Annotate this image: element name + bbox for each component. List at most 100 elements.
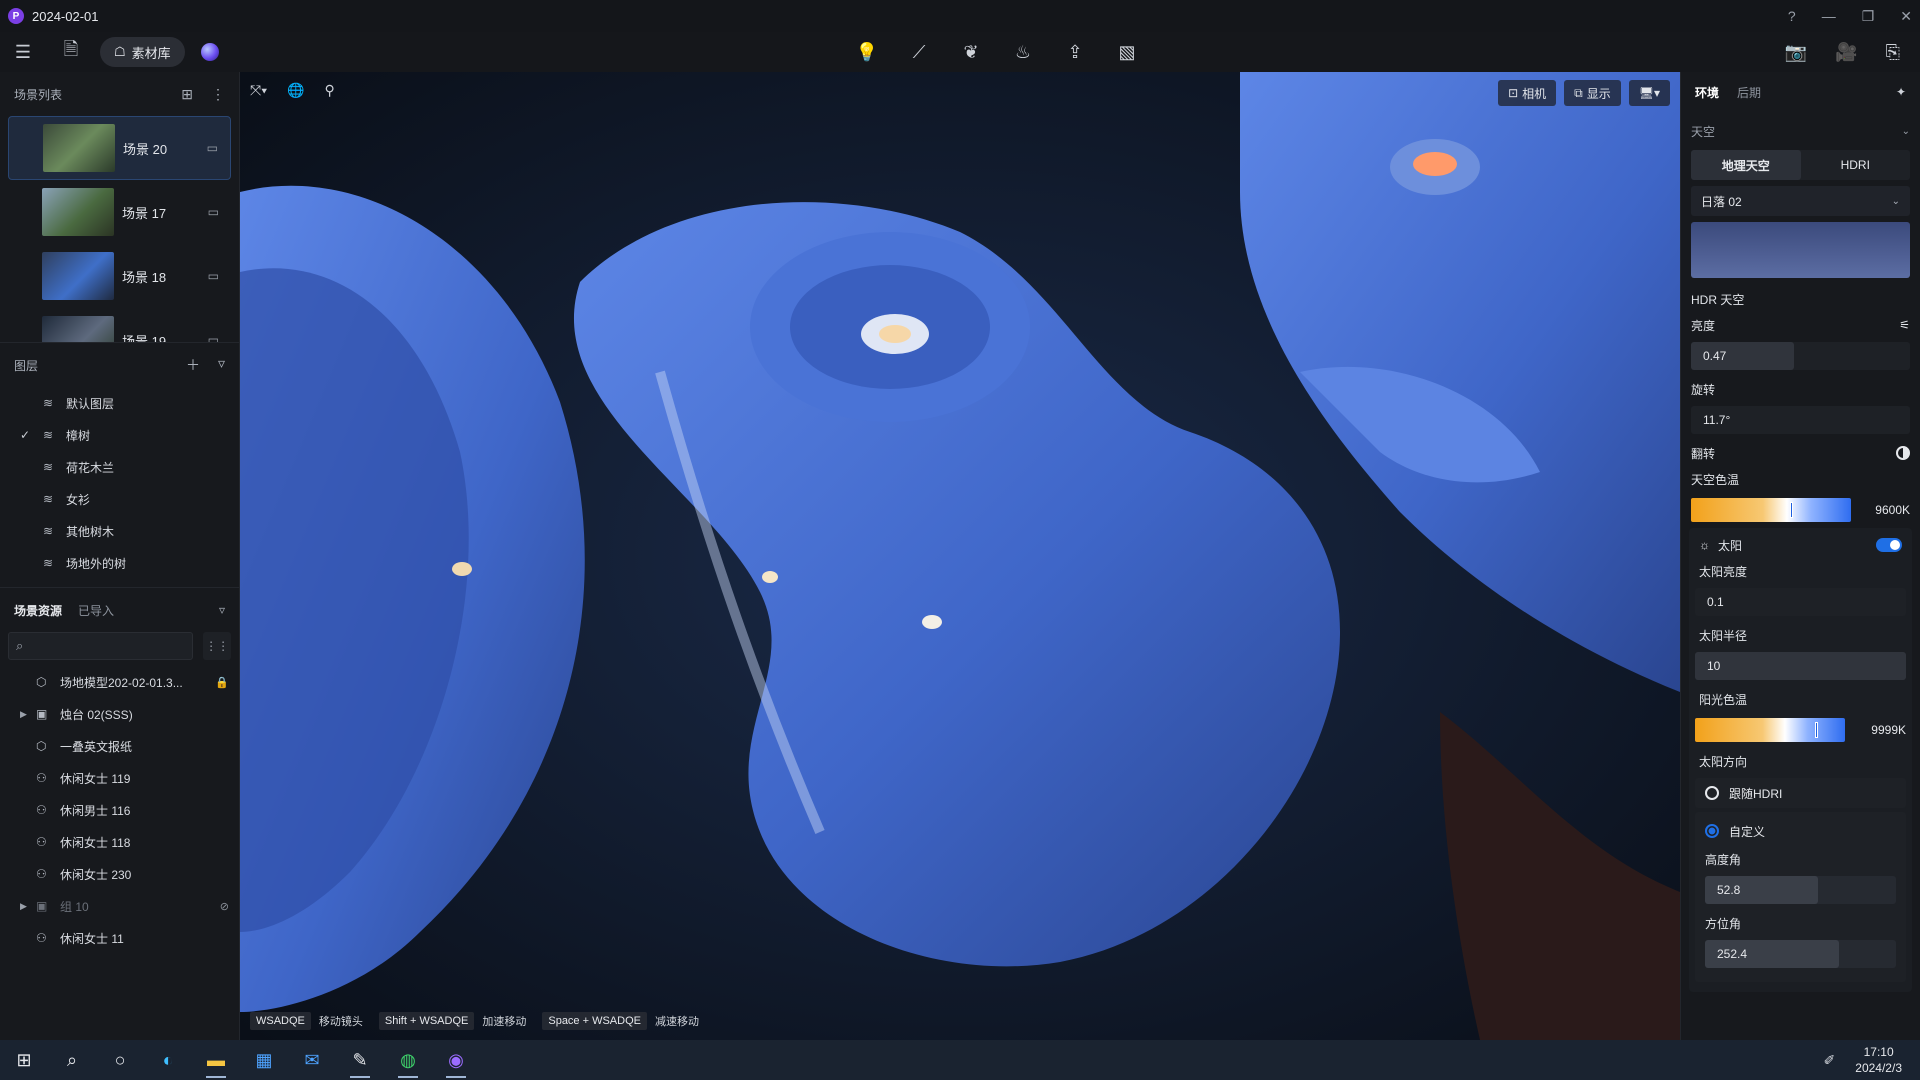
grid-view-icon[interactable]: ⋮⋮ bbox=[203, 632, 231, 660]
add-scene-icon[interactable]: ⊞ bbox=[181, 86, 193, 103]
task-view-icon[interactable]: ○ bbox=[96, 1040, 144, 1080]
scene-item[interactable]: 场景 19 ▭ bbox=[8, 308, 231, 342]
leaf-icon[interactable]: ❦ bbox=[954, 42, 988, 63]
globe-icon[interactable]: 🌐 bbox=[287, 82, 304, 99]
camera-chip[interactable]: ⊡ 相机 bbox=[1498, 80, 1557, 106]
start-icon[interactable]: ⊞ bbox=[0, 1040, 48, 1080]
store-icon[interactable]: ▦ bbox=[240, 1040, 288, 1080]
clock[interactable]: 17:10 2024/2/3 bbox=[1855, 1044, 1902, 1076]
scene-item[interactable]: 场景 18 ▭ bbox=[8, 244, 231, 308]
edge-icon[interactable]: ◐ bbox=[144, 1040, 192, 1080]
pin-icon[interactable]: ⚲ bbox=[325, 82, 335, 99]
resource-list: ⬡ 场地模型202-02-01.3... 🔒 ▶ ▣ 烛台 02(SSS) ⬡ 一叠英文报纸 ⚇… bbox=[0, 666, 239, 954]
scene-item[interactable]: 场景 20 ▭ bbox=[8, 116, 231, 180]
video-icon[interactable]: 🎥 bbox=[1835, 42, 1857, 63]
custom-radio[interactable] bbox=[1705, 824, 1719, 838]
camera-icon[interactable]: ▭ bbox=[208, 269, 219, 283]
sky-section-header[interactable]: 天空 ⌄ bbox=[1681, 116, 1920, 146]
minimize-button[interactable]: — bbox=[1822, 8, 1836, 24]
sky-mode-hdri[interactable]: HDRI bbox=[1801, 150, 1911, 180]
3d-viewport[interactable]: ⤧▾ 🌐 ⚲ ⊡ 相机 ⧉ 显示 🖥▾ WSADQE 移动镜头 Shift + WSAD… bbox=[240, 72, 1680, 1040]
app-icon[interactable]: ✎ bbox=[336, 1040, 384, 1080]
tab-environment[interactable]: 环境 bbox=[1695, 84, 1719, 101]
camera-icon[interactable]: 📷 bbox=[1785, 42, 1807, 63]
layer-item[interactable]: ≋ 场地外的树 bbox=[0, 547, 239, 579]
sky-temp-slider[interactable] bbox=[1691, 498, 1851, 522]
flip-toggle-icon[interactable] bbox=[1896, 446, 1910, 460]
resource-item[interactable]: ⚇ 休闲女士 11 bbox=[0, 922, 239, 954]
expand-arrow-icon[interactable]: ▶ bbox=[20, 709, 36, 720]
resource-item[interactable]: ⚇ 休闲男士 116 bbox=[0, 794, 239, 826]
follow-hdri-radio[interactable] bbox=[1705, 786, 1719, 800]
pen-icon[interactable]: ✐ bbox=[1824, 1052, 1836, 1069]
resource-item[interactable]: ▶ ▣ 组 10 ⊘ bbox=[0, 890, 239, 922]
resource-item[interactable]: ⚇ 休闲女士 230 bbox=[0, 858, 239, 890]
library-button[interactable]: ☖ 素材库 bbox=[100, 37, 185, 67]
search-icon[interactable]: ⌕ bbox=[48, 1040, 96, 1080]
resource-item[interactable]: ⬡ 一叠英文报纸 bbox=[0, 730, 239, 762]
brightness-slider[interactable]: 0.47 bbox=[1691, 342, 1910, 370]
azimuth-slider[interactable]: 252.4 bbox=[1705, 940, 1896, 968]
help-icon[interactable]: ? bbox=[1788, 8, 1796, 24]
wechat-icon[interactable]: ◍ bbox=[384, 1040, 432, 1080]
layer-item[interactable]: ≋ 女衫 bbox=[0, 483, 239, 515]
custom-option[interactable]: 自定义 bbox=[1695, 816, 1906, 846]
sky-mode-geo[interactable]: 地理天空 bbox=[1691, 150, 1801, 180]
d5-render-icon[interactable]: ◉ bbox=[432, 1040, 480, 1080]
explorer-icon[interactable]: ▬ bbox=[192, 1040, 240, 1080]
file-icon[interactable]: 🗎 bbox=[54, 37, 88, 67]
scene-item[interactable]: 场景 17 ▭ bbox=[8, 180, 231, 244]
lock-icon[interactable]: 🔒 bbox=[215, 676, 229, 689]
altitude-slider[interactable]: 52.8 bbox=[1705, 876, 1896, 904]
camera-icon[interactable]: ▭ bbox=[208, 333, 219, 342]
menu-icon[interactable]: ☰ bbox=[6, 42, 40, 63]
restore-button[interactable]: ❐ bbox=[1862, 8, 1875, 25]
layer-item[interactable]: ≋ 默认图层 bbox=[0, 387, 239, 419]
expand-arrow-icon[interactable]: ▶ bbox=[20, 901, 36, 912]
layer-item[interactable]: ≋ 其他树木 bbox=[0, 515, 239, 547]
path-tool-icon[interactable]: ⟋ bbox=[902, 42, 936, 63]
export-icon[interactable]: ⇪ bbox=[1058, 42, 1092, 63]
collapse-icon[interactable]: ▿ bbox=[219, 603, 225, 617]
sun-toggle[interactable] bbox=[1876, 538, 1902, 552]
hidden-eye-icon[interactable]: ⊘ bbox=[220, 900, 229, 913]
navigation-mode-icon[interactable]: ⤧▾ bbox=[250, 82, 267, 99]
sky-preview[interactable] bbox=[1691, 222, 1910, 278]
magic-icon[interactable]: ✦ bbox=[1896, 85, 1906, 99]
sun-radius-slider[interactable]: 10 bbox=[1695, 652, 1906, 680]
mail-icon[interactable]: ✉ bbox=[288, 1040, 336, 1080]
resource-item[interactable]: ⚇ 休闲女士 119 bbox=[0, 762, 239, 794]
custom-label: 自定义 bbox=[1729, 824, 1766, 839]
layer-item[interactable]: ✓ ≋ 樟树 bbox=[0, 419, 239, 451]
layer-item[interactable]: ≋ 荷花木兰 bbox=[0, 451, 239, 483]
tab-imported[interactable]: 已导入 bbox=[78, 602, 114, 619]
display-chip[interactable]: ⧉ 显示 bbox=[1564, 80, 1621, 106]
resource-item[interactable]: ⬡ 场地模型202-02-01.3... 🔒 bbox=[0, 666, 239, 698]
sky-preset-select[interactable]: 日落 02 ⌄ bbox=[1691, 186, 1910, 216]
adjust-icon[interactable]: ⚟ bbox=[1899, 318, 1910, 332]
collapse-icon[interactable]: ▿ bbox=[218, 355, 225, 375]
inbox-icon[interactable]: ⎘ bbox=[1886, 42, 1900, 63]
more-icon[interactable]: ⋮ bbox=[211, 86, 225, 103]
tab-post[interactable]: 后期 bbox=[1737, 84, 1761, 101]
screen-chip[interactable]: 🖥▾ bbox=[1628, 80, 1670, 106]
sun-temp-knob[interactable] bbox=[1815, 722, 1818, 738]
add-layer-icon[interactable]: ＋ bbox=[186, 355, 200, 375]
follow-hdri-option[interactable]: 跟随HDRI bbox=[1695, 778, 1906, 808]
fire-icon[interactable]: ♨ bbox=[1006, 42, 1040, 63]
frame-icon[interactable]: ▧ bbox=[1110, 42, 1144, 63]
resource-item[interactable]: ▶ ▣ 烛台 02(SSS) bbox=[0, 698, 239, 730]
rotation-field[interactable]: 11.7° bbox=[1691, 406, 1910, 434]
search-input[interactable] bbox=[8, 632, 194, 660]
light-bulb-icon[interactable]: 💡 bbox=[850, 42, 884, 63]
tab-scene-resources[interactable]: 场景资源 bbox=[14, 602, 62, 619]
resource-item[interactable]: ⚇ 休闲女士 118 bbox=[0, 826, 239, 858]
layer-list: ≋ 默认图层 ✓ ≋ 樟树 ≋ 荷花木兰 ≋ 女衫 ≋ 其他树木 ≋ 场地外的树 bbox=[0, 387, 239, 587]
sun-temp-slider[interactable] bbox=[1695, 718, 1845, 742]
sky-temp-knob[interactable] bbox=[1790, 502, 1794, 518]
ai-orb-icon[interactable] bbox=[200, 43, 219, 61]
sun-brightness-field[interactable]: 0.1 bbox=[1695, 588, 1906, 616]
camera-icon[interactable]: ▭ bbox=[208, 205, 219, 219]
camera-icon[interactable]: ▭ bbox=[207, 141, 218, 155]
close-button[interactable]: ✕ bbox=[1900, 8, 1912, 25]
